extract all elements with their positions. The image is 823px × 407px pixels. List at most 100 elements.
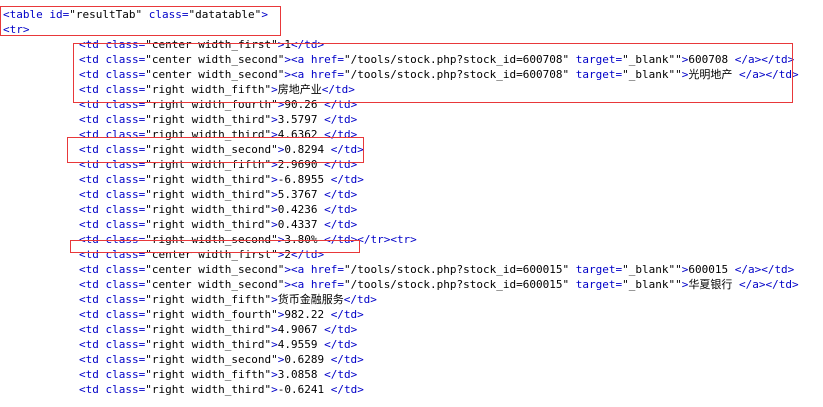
- tag-open: <td: [79, 308, 106, 321]
- attr-name: class=: [105, 323, 146, 336]
- tag-open: <tr>: [3, 23, 30, 36]
- code-line: <td class="right width_second">0.8294 </…: [79, 142, 364, 157]
- code-line: <tr>: [3, 22, 30, 37]
- attr-value: "datatable": [188, 8, 262, 21]
- attr-value: "resultTab": [69, 8, 143, 21]
- tag-close: >: [271, 128, 278, 141]
- code-line: <td class="right width_fourth">982.22 </…: [79, 307, 364, 322]
- cell-text: 4.9559: [277, 338, 325, 351]
- tag-open: <td: [79, 278, 106, 291]
- code-line: <td class="right width_fifth">货币金融服务</td…: [79, 292, 377, 307]
- tag-close: >: [271, 158, 278, 171]
- cell-text: 货币金融服务: [277, 293, 344, 306]
- attr-value: "/tools/stock.php?stock_id=600708": [343, 53, 570, 66]
- attr-name: class=: [105, 353, 146, 366]
- tag-open: <td: [79, 338, 106, 351]
- cell-text: 0.8294: [284, 143, 331, 156]
- code-line: <td class="right width_fifth">2.9690 </t…: [79, 157, 357, 172]
- code-line: <td class="right width_fourth">90.26 </t…: [79, 97, 357, 112]
- tag-end: </td>: [324, 128, 358, 141]
- code-line: <td class="right width_third">3.5797 </t…: [79, 112, 357, 127]
- code-line: <td class="center width_second"><a href=…: [79, 67, 799, 82]
- attr-name: class=: [105, 143, 146, 156]
- attr-name: target=: [569, 263, 623, 276]
- attr-value: "center width_first": [145, 38, 278, 51]
- tag-end: </td>: [324, 98, 358, 111]
- attr-value: "_blank"": [622, 53, 682, 66]
- attr-value: "right width_fourth": [145, 98, 278, 111]
- code-line: <td class="center width_first">1</td>: [79, 37, 324, 52]
- tag-open: <td: [79, 68, 106, 81]
- attr-value: "right width_fifth": [145, 368, 272, 381]
- cell-text: 1: [284, 38, 291, 51]
- tag-open: <td: [79, 218, 106, 231]
- cell-text: 2: [284, 248, 291, 261]
- tag-open: <td: [79, 188, 106, 201]
- attr-name: class=: [105, 218, 146, 231]
- tag-open: <td: [79, 53, 106, 66]
- attr-value: "_blank"": [622, 278, 682, 291]
- tag-close: >: [271, 383, 278, 396]
- attr-name: class=: [105, 38, 146, 51]
- cell-text: 2.9690: [277, 158, 325, 171]
- cell-text: 5.3767: [277, 188, 325, 201]
- attr-value: "right width_third": [145, 338, 272, 351]
- attr-name: href=: [310, 53, 344, 66]
- attr-name: class=: [105, 98, 146, 111]
- cell-text: -6.8955: [277, 173, 331, 186]
- attr-name: class=: [105, 368, 146, 381]
- attr-value: "/tools/stock.php?stock_id=600708": [343, 68, 570, 81]
- tag-end: </a></td>: [738, 278, 799, 291]
- tag-end: </td>: [290, 248, 325, 261]
- tag-end: </td>: [324, 323, 358, 336]
- tag-open: <td: [79, 323, 106, 336]
- tag-end: </a></td>: [734, 263, 795, 276]
- attr-value: "center width_second": [145, 278, 285, 291]
- tag-open: <td: [79, 128, 106, 141]
- tag-end: </td>: [321, 83, 355, 96]
- attr-name: href=: [310, 263, 344, 276]
- attr-name: class=: [105, 248, 146, 261]
- code-line: <td class="right width_third">-0.6241 </…: [79, 382, 364, 397]
- tag-close: >: [271, 113, 278, 126]
- tag-close: >: [261, 8, 268, 21]
- tag-end: </a></td>: [734, 53, 795, 66]
- tag-open: <td: [79, 203, 106, 216]
- tag-end: </td>: [324, 203, 358, 216]
- code-line: <td class="right width_second">3.80% </t…: [79, 232, 417, 247]
- code-line: <td class="center width_second"><a href=…: [79, 277, 799, 292]
- attr-name: target=: [569, 68, 623, 81]
- tag-open: <td: [79, 158, 106, 171]
- code-line: <td class="right width_third">4.9067 </t…: [79, 322, 357, 337]
- code-line: <td class="right width_third">4.9559 </t…: [79, 337, 357, 352]
- attr-name: target=: [569, 278, 623, 291]
- attr-name: class=: [105, 293, 146, 306]
- tag-row-break: </tr><tr>: [357, 233, 417, 246]
- attr-name: href=: [310, 278, 344, 291]
- tag-open: <td: [79, 368, 106, 381]
- cell-text: 0.4337: [277, 218, 325, 231]
- tag-close: >: [271, 83, 278, 96]
- tag-end: </td>: [330, 308, 364, 321]
- attr-name: class=: [105, 383, 146, 396]
- attr-name: class=: [105, 188, 146, 201]
- attr-name: class=: [105, 68, 146, 81]
- tag-end: </td>: [330, 353, 364, 366]
- tag-close: >: [271, 323, 278, 336]
- attr-value: "right width_second": [145, 143, 278, 156]
- tag-open: <td: [79, 248, 106, 261]
- tag-end: </td>: [290, 38, 325, 51]
- tag-end: </td>: [324, 338, 358, 351]
- cell-text: 房地产业: [277, 83, 322, 96]
- tag-end: </a></td>: [738, 68, 799, 81]
- attr-name: class=: [105, 278, 146, 291]
- attr-name: class=: [105, 263, 146, 276]
- tag-open: ><a: [284, 278, 311, 291]
- code-line: <td class="right width_third">-6.8955 </…: [79, 172, 364, 187]
- code-line: <table id="resultTab" class="datatable">: [3, 7, 268, 22]
- attr-value: "center width_second": [145, 53, 285, 66]
- attr-value: "right width_third": [145, 203, 272, 216]
- tag-open: <td: [79, 353, 106, 366]
- attr-value: "right width_third": [145, 218, 272, 231]
- cell-text: 982.22: [284, 308, 331, 321]
